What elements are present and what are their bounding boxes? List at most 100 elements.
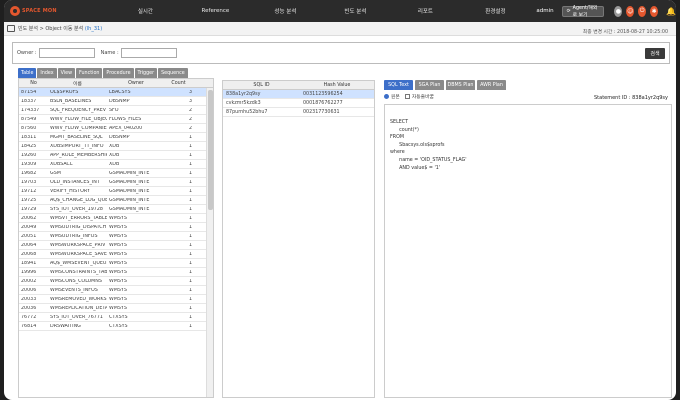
profile-icon[interactable]: ☺ [626,5,635,17]
tab-index[interactable]: Index [37,68,57,78]
user-icon[interactable]: ● [614,5,623,17]
header-sql-id[interactable]: SQL ID [223,83,300,88]
table-row[interactable]: 838a1yr2q9sy 0031123596254 [223,90,374,99]
menu-performance-analysis[interactable]: 성능 분석 [250,0,320,22]
cell-no: 87549 [21,116,37,122]
menu-report[interactable]: 리포트 [390,0,460,22]
table-row[interactable]: 174337 SQL_FREQUENCY_PREV SFO 2 [19,106,213,115]
header-count[interactable]: Count [165,81,195,86]
cell-owner: XDB [109,161,120,167]
header-owner[interactable]: Owner [107,81,165,86]
cell-name: XDBSIMPORT_TT_INFO [50,143,104,149]
cell-owner: GSMADMIN_INTE [109,188,150,194]
table-row[interactable]: 19725 AQ$_CHANGE_LOG_QUE GSMADMIN_INTE 1 [19,196,213,205]
tab-dbms-plan[interactable]: DBMS Plan [446,80,475,90]
cell-no: 18941 [21,260,37,266]
table-row[interactable]: 18425 XDBSIMPORT_TT_INFO XDB 1 [19,142,213,151]
table-row[interactable]: 19712 VERIFY_HISTORY GSMADMIN_INTE 1 [19,187,213,196]
cell-no: 87560 [21,125,37,131]
cell-owner: XDB [109,143,120,149]
table-row[interactable]: 18337 BSLN_BASELINES DBSNMP 3 [19,97,213,106]
cell-count: 3 [188,89,192,95]
original-radio-label: 원본 [391,94,400,100]
cell-sql-id: 838a1yr2q9sy [226,91,261,97]
logo[interactable]: SPACE MON [10,6,60,16]
word-wrap-checkbox[interactable] [404,93,410,99]
cell-count: 2 [188,107,192,113]
table-row[interactable]: 20002 WMSCONS_COLUMNS WMSYS 1 [19,277,213,286]
table-row[interactable]: 20006 WMSEVENTS_INFOS WMSYS 1 [19,286,213,295]
menu-frequency-analysis[interactable]: 빈도 분석 [320,0,390,22]
object-table: No 이름 Owner Count 87154 OL$SPROFS LBACSYS 3… [18,78,214,398]
breadcrumb: 빈도 분석 > Object 이동 분석 (lh_31) [4,22,676,36]
table-row[interactable]: 20068 WMSWORKSPACE_SAVEP WMSYS 1 [19,250,213,259]
table-row[interactable]: 76772 SYS_IOT_OVER_76771 CTXSYS 1 [19,313,213,322]
cell-count: 1 [188,251,192,257]
table-row[interactable]: 20062 WMSVT_ERRORS_TABLES WMSYS 1 [19,214,213,223]
cell-no: 20062 [21,215,37,221]
original-radio[interactable] [384,93,389,99]
last-updated-time: 최종 변경 시간 : 2018-08-27 10:25:00 [582,30,668,35]
table-row[interactable]: 19729 SYS_IOT_OVER_19728 GSMADMIN_INTE 1 [19,205,213,214]
sql-text-area[interactable]: SELECT count(*) FROM Sbacsys.ols$sprofs … [384,104,672,398]
cell-owner: GSMADMIN_INTE [109,206,150,212]
username: admin [536,8,554,14]
table-row[interactable]: 20036 WMSREPLICATION_DETAI WMSYS 1 [19,304,213,313]
tab-procedure[interactable]: Procedure [103,68,134,78]
power-icon[interactable]: ⏻ [638,5,647,17]
cell-count: 1 [188,215,192,221]
table-row[interactable]: 20051 WMSUDTRIG_INFOS WMSYS 1 [19,232,213,241]
cell-count: 1 [188,314,192,320]
table-row[interactable]: 19260 APP_ROLE_MEMBERSHIP XDB 1 [19,151,213,160]
tab-sequence[interactable]: Sequence [158,68,188,78]
cell-name: AQ$_CHANGE_LOG_QUE [50,197,107,203]
name-input[interactable] [120,48,177,58]
table-row[interactable]: 87560 WWV_FLOW_COMPANIES APEX_040200 2 [19,124,213,133]
gear-icon[interactable]: ✱ [650,5,659,17]
header-name[interactable]: 이름 [48,80,107,87]
tab-function[interactable]: Function [76,68,103,78]
header-no[interactable]: No [19,81,48,86]
cell-owner: WMSYS [109,305,127,311]
cell-no: 19260 [21,152,37,158]
menu-toggle-icon[interactable] [7,25,15,32]
table-row[interactable]: 19996 WMSCONSTRAINTS_TABLESWMSYS 1 [19,268,213,277]
object-table-scrollbar[interactable] [206,88,213,397]
table-row[interactable]: 18941 AQ$_WMSEVENT_QUEUE WMSYS 1 [19,259,213,268]
tab-sga-plan[interactable]: SGA Plan [415,80,444,90]
menu-settings[interactable]: 환경설정 [460,0,530,22]
agent-view-button[interactable]: ⟳ Agent/해외로 보기 [561,5,605,18]
tab-table[interactable]: Table [18,68,37,78]
main-menu: 실시간 Reference 성능 분석 빈도 분석 리포트 환경설정 [110,0,530,22]
cell-no: 18311 [21,134,37,140]
table-row[interactable]: 19703 OLD_INSTANCES_INT GSMADMIN_INTE 1 [19,178,213,187]
scrollbar-thumb[interactable] [208,90,213,210]
tab-sql-text[interactable]: SQL Text [384,80,413,90]
table-row[interactable]: cvkzmr5kzdk3 0001876762277 [223,99,374,108]
sql-list-panel: SQL ID Hash Value 838a1yr2q9sy 0031123596… [222,80,375,398]
cell-no: 19729 [21,206,37,212]
tab-awr-plan[interactable]: AWR Plan [477,80,506,90]
object-type-tabs: Table Index View Function Procedure Trigger Se… [18,68,214,78]
cell-owner: SFO [109,107,119,113]
table-row[interactable]: 20049 WMSUDTRIG_DISPATCH WMSYS 1 [19,223,213,232]
tab-trigger[interactable]: Trigger [134,68,158,78]
table-row[interactable]: 87549 WWV_FLOW_FILE_OBJECT FLOWS_FILES 2 [19,115,213,124]
table-row[interactable]: 20064 WMSWORKSPACE_PRIV WMSYS 1 [19,241,213,250]
cell-count: 1 [188,260,192,266]
header-hash-value[interactable]: Hash Value [300,83,374,88]
bell-icon[interactable]: 🔔 [666,7,676,16]
search-button[interactable]: 검색 [645,48,665,59]
menu-realtime[interactable]: 실시간 [110,0,180,22]
table-row[interactable]: 18311 MGMT_BASELINE_SQL DBSNMP 1 [19,133,213,142]
table-row[interactable]: 19309 XDBSACL XDB 1 [19,160,213,169]
tab-view[interactable]: View [57,68,76,78]
table-row[interactable]: 87purnhu52bhu7 002317730631 [223,108,374,117]
cell-owner: WMSYS [109,260,127,266]
table-row[interactable]: 76814 DRSWAITING CTXSYS 1 [19,322,213,331]
owner-input[interactable] [38,48,95,58]
menu-reference[interactable]: Reference [180,0,250,22]
table-row[interactable]: 19682 GSM GSMADMIN_INTE 1 [19,169,213,178]
table-row[interactable]: 87154 OL$SPROFS LBACSYS 3 [19,88,213,97]
table-row[interactable]: 20033 WMSREMOVED_WORKSP WMSYS 1 [19,295,213,304]
